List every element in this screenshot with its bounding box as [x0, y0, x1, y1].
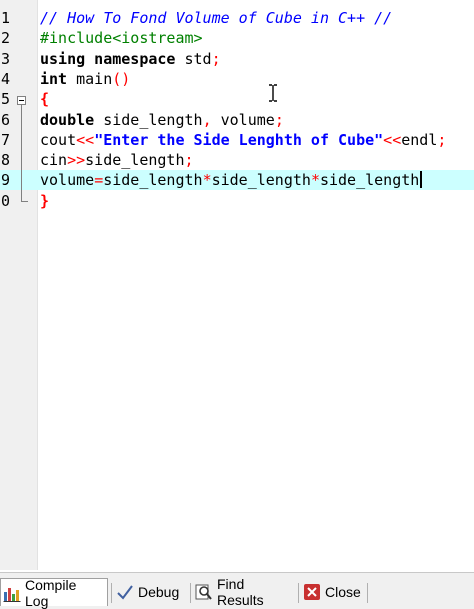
close-icon [304, 584, 320, 600]
code-line[interactable]: 0} [0, 191, 474, 211]
tab-divider [111, 583, 112, 603]
code-token: = [94, 171, 104, 190]
code-token: main [67, 69, 113, 88]
code-token: // How To Fond Volume of Cube in C++ // [40, 9, 393, 27]
code-text: #include<iostream> [40, 28, 203, 48]
code-token: ; [437, 130, 447, 149]
tab-divider [190, 583, 191, 603]
code-token: * [202, 171, 212, 190]
code-token: side_length [103, 171, 203, 190]
code-text: using namespace std; [40, 49, 221, 69]
code-token: side_length [319, 171, 420, 190]
fold-end-marker [21, 201, 28, 202]
tab-find-results[interactable]: Find Results [193, 576, 297, 608]
code-token: std [175, 49, 212, 68]
code-text: volume=side_length*side_length*side_leng… [40, 170, 423, 190]
code-text: { [40, 89, 49, 109]
tab-compile-log-label: Compile Log [25, 576, 77, 609]
code-token: ; [184, 151, 194, 170]
code-line[interactable]: 5{ [0, 89, 474, 109]
code-text: double side_length, volume; [40, 110, 284, 130]
code-text: cout<<"Enter the Side Lenghth of Cube"<<… [40, 130, 446, 150]
code-text: } [40, 191, 49, 211]
code-token: * [310, 171, 320, 190]
code-text: cin>>side_length; [40, 150, 194, 170]
code-text: int main() [40, 69, 130, 89]
line-number: 8 [1, 151, 11, 170]
text-caret [420, 171, 423, 189]
code-token: << [383, 130, 402, 149]
code-line[interactable]: 7 cout<<"Enter the Side Lenghth of Cube"<… [0, 130, 474, 150]
code-token: double [40, 110, 95, 129]
line-number: 5 [1, 90, 11, 109]
code-token: volume [40, 171, 95, 190]
magnifier-icon [195, 584, 212, 600]
code-text: // How To Fond Volume of Cube in C++ // [40, 8, 392, 28]
code-token: side_length [211, 171, 311, 190]
bottom-panel-tabs: Compile Log Debug Find Results Close [0, 572, 474, 609]
code-line[interactable]: 2 #include<iostream> [0, 28, 474, 48]
code-line[interactable]: 1 // How To Fond Volume of Cube in C++ // [0, 8, 474, 28]
code-token: ; [211, 49, 221, 68]
line-number: 7 [1, 130, 11, 149]
code-editor[interactable]: 1 // How To Fond Volume of Cube in C++ //… [0, 0, 474, 570]
line-number: 2 [1, 29, 11, 48]
code-token: volume [211, 110, 275, 129]
checkmark-icon [117, 585, 133, 600]
code-token: endl [401, 130, 438, 149]
fold-marker-main[interactable] [17, 96, 26, 105]
tab-debug[interactable]: Debug [114, 581, 190, 603]
line-number: 3 [1, 49, 11, 68]
tab-compile-log[interactable]: Compile Log [0, 576, 108, 609]
code-token: cout [40, 130, 77, 149]
tab-divider [298, 583, 299, 603]
code-token: () [112, 69, 131, 88]
code-token: , [202, 110, 212, 129]
text-cursor-icon [269, 84, 277, 102]
ide-window: 1 // How To Fond Volume of Cube in C++ //… [0, 0, 474, 609]
code-line[interactable]: 9 volume=side_length*side_length*side_len… [0, 170, 474, 191]
code-token: int [40, 69, 68, 88]
code-line[interactable]: 3 using namespace std; [0, 49, 474, 69]
line-number: 0 [1, 191, 11, 210]
bar-chart-icon [3, 587, 21, 602]
code-token: >> [67, 151, 86, 170]
code-line[interactable]: 4 int main() [0, 69, 474, 89]
tab-close[interactable]: Close [301, 581, 367, 603]
tab-close-label: Close [325, 584, 361, 600]
code-token: side_length [94, 110, 203, 129]
code-line[interactable]: 8 cin>>side_length; [0, 150, 474, 170]
tab-find-results-label: Find Results [217, 576, 264, 608]
code-token: { [40, 90, 50, 109]
code-token: side_length [85, 151, 185, 170]
line-number: 4 [1, 69, 11, 88]
fold-guide-line [21, 105, 22, 201]
line-number: 1 [1, 9, 11, 27]
code-line[interactable]: 6 double side_length, volume; [0, 110, 474, 130]
line-number: 9 [1, 171, 11, 190]
code-token: ; [274, 110, 284, 129]
code-token: "Enter the Side Lenghth of Cube" [94, 130, 384, 149]
code-token: using namespace [40, 49, 176, 68]
tab-divider [367, 583, 368, 603]
tab-debug-label: Debug [138, 584, 180, 600]
code-token: #include<iostream> [40, 29, 203, 48]
code-token: cin [40, 151, 68, 170]
code-token: << [76, 130, 95, 149]
code-token: } [40, 191, 50, 210]
line-number: 6 [1, 110, 11, 129]
